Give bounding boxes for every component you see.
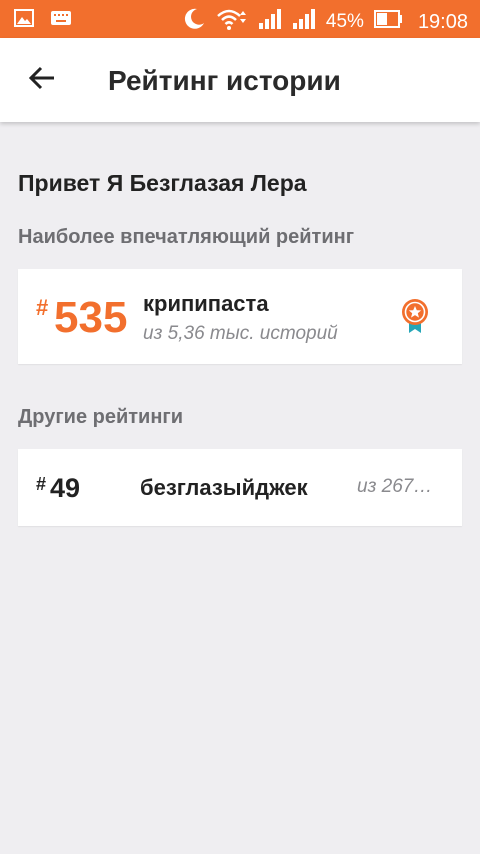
back-button[interactable] <box>22 60 62 100</box>
wifi-icon <box>216 7 248 36</box>
section-title-main: Наиболее впечатляющий рейтинг <box>18 226 355 248</box>
app-bar: Рейтинг истории <box>0 38 480 122</box>
keyboard-icon <box>50 9 72 32</box>
award-ribbon-icon <box>401 298 431 334</box>
other-rank-card[interactable]: # 49 безглазыйджек из 267… <box>18 449 462 526</box>
status-bar: 45% 19:08 <box>0 0 480 38</box>
rank-tag: безглазыйджек <box>140 475 308 500</box>
status-right-icons: 45% 19:08 <box>182 7 468 36</box>
page-title: Рейтинг истории <box>108 65 341 96</box>
rank-hash: # <box>36 474 47 494</box>
rank-number: 49 <box>50 473 81 503</box>
rank-subtitle: из 267… <box>357 476 433 497</box>
signal-icon <box>258 8 282 35</box>
rank-number: 535 <box>54 293 128 342</box>
gallery-icon <box>14 9 34 32</box>
rank-subtitle: из 5,36 тыс. историй <box>143 323 338 344</box>
greeting-text: Привет Я Безглазая Лера <box>18 170 307 196</box>
arrow-back-icon <box>28 66 56 95</box>
status-time: 19:08 <box>417 10 468 33</box>
status-left-icons <box>14 9 72 32</box>
section-title-other: Другие рейтинги <box>18 406 184 428</box>
moon-icon <box>182 7 206 36</box>
signal-icon-2 <box>292 8 316 35</box>
battery-icon <box>373 10 404 33</box>
main-rank-card[interactable]: # 535 крипипаста из 5,36 тыс. историй <box>18 269 462 364</box>
battery-percent: 45% <box>325 10 364 32</box>
rank-tag: крипипаста <box>143 291 269 316</box>
rank-hash: # <box>36 295 49 320</box>
